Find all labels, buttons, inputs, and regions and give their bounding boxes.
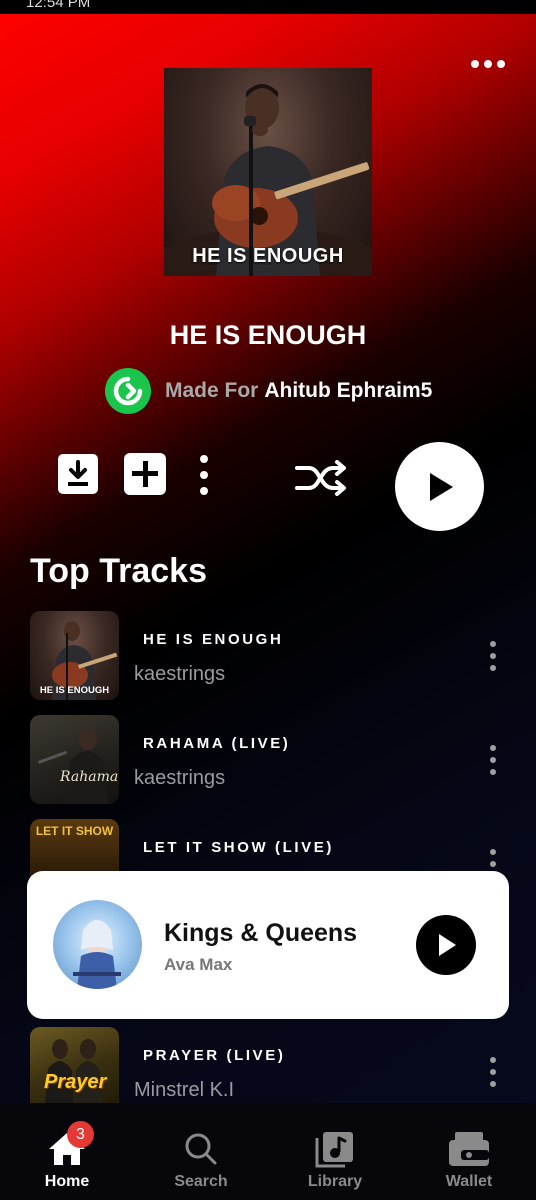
- made-for-label: Made For: [165, 379, 259, 402]
- add-to-playlist-button[interactable]: [123, 452, 167, 496]
- search-icon: [179, 1129, 223, 1169]
- wallet-icon: [447, 1129, 491, 1169]
- track-row[interactable]: HE IS ENOUGH HE IS ENOUGH kaestrings: [30, 611, 510, 701]
- track-thumbnail: HE IS ENOUGH: [30, 611, 119, 700]
- vertical-more-icon: [200, 455, 208, 463]
- shuffle-icon: [295, 460, 346, 496]
- tab-home[interactable]: 3 Home: [0, 1103, 134, 1200]
- tab-library[interactable]: Library: [268, 1103, 402, 1200]
- more-vertical-icon-dot: [490, 757, 496, 763]
- more-vertical-icon-dot: [490, 653, 496, 659]
- track-more-button[interactable]: [488, 1057, 498, 1087]
- cover-caption: HE IS ENOUGH: [192, 245, 344, 267]
- tab-label: Wallet: [445, 1173, 493, 1190]
- track-title: PRAYER (LIVE): [143, 1047, 286, 1064]
- album-cover: HE IS ENOUGH: [164, 68, 372, 276]
- play-icon: [429, 472, 453, 501]
- track-artist[interactable]: kaestrings: [134, 663, 225, 686]
- track-title: HE IS ENOUGH: [143, 631, 284, 648]
- status-time: 12:54 PM: [26, 0, 91, 11]
- library-icon: [313, 1129, 357, 1169]
- plus-icon: [124, 453, 166, 495]
- now-playing-bar[interactable]: Kings & Queens Ava Max: [27, 871, 509, 1019]
- track-artist[interactable]: kaestrings: [134, 767, 225, 790]
- track-thumb-caption: Rahama: [60, 769, 119, 785]
- status-bar: 12:54 PM: [0, 0, 536, 14]
- album-more-button[interactable]: [193, 455, 215, 495]
- more-vertical-icon: [490, 641, 496, 647]
- more-vertical-icon-dot: [490, 861, 496, 867]
- track-thumbnail: Rahama: [30, 715, 119, 804]
- made-for-user[interactable]: Ahitub Ephraim5: [264, 379, 432, 403]
- now-playing-artwork: [53, 900, 142, 989]
- more-vertical-icon-dot: [490, 1069, 496, 1075]
- track-thumb-caption: Prayer: [44, 1071, 107, 1093]
- vertical-more-icon-dot: [200, 487, 208, 495]
- track-title: LET IT SHOW (LIVE): [143, 839, 334, 856]
- more-vertical-icon: [490, 849, 496, 855]
- more-vertical-icon-dot: [490, 1081, 496, 1087]
- tab-label: Search: [174, 1173, 228, 1190]
- audiomack-logo-icon: [105, 368, 151, 414]
- now-playing-play-button[interactable]: [416, 915, 476, 975]
- made-for-row: Made For Ahitub Ephraim5: [105, 368, 432, 414]
- bottom-tab-bar: 3 Home Search Library Wallet: [0, 1103, 536, 1200]
- more-vertical-icon-dot: [490, 769, 496, 775]
- track-artist[interactable]: Minstrel K.I: [134, 1079, 234, 1102]
- tab-label: Library: [307, 1173, 363, 1190]
- track-row[interactable]: Rahama RAHAMA (LIVE) kaestrings: [30, 715, 510, 805]
- more-options-button[interactable]: [468, 54, 508, 74]
- more-vertical-icon-dot: [490, 665, 496, 671]
- download-icon: [58, 454, 98, 494]
- now-playing-title: Kings & Queens: [164, 919, 358, 947]
- track-title: RAHAMA (LIVE): [143, 735, 291, 752]
- more-icon: [471, 60, 479, 68]
- track-thumb-caption: HE IS ENOUGH: [39, 685, 110, 696]
- now-playing-artist: Ava Max: [164, 955, 233, 974]
- home-icon: 3: [45, 1121, 94, 1169]
- tab-label: Home: [44, 1173, 90, 1190]
- tab-wallet[interactable]: Wallet: [402, 1103, 536, 1200]
- track-more-button[interactable]: [488, 641, 498, 671]
- notification-badge: 3: [67, 1121, 94, 1148]
- more-vertical-icon: [490, 745, 496, 751]
- tab-search[interactable]: Search: [134, 1103, 268, 1200]
- play-album-button[interactable]: [395, 442, 484, 531]
- play-icon: [439, 934, 456, 956]
- more-icon-dot: [484, 60, 492, 68]
- more-icon-dot: [497, 60, 505, 68]
- download-button[interactable]: [56, 452, 100, 496]
- shuffle-button[interactable]: [293, 455, 349, 501]
- top-tracks-heading: Top Tracks: [30, 552, 207, 590]
- track-thumb-caption: LET IT SHOW: [35, 824, 114, 838]
- more-vertical-icon: [490, 1057, 496, 1063]
- album-page: 12:54 PM HE IS ENOUGH HE IS ENOUGH Made …: [0, 0, 536, 1200]
- album-title: HE IS ENOUGH: [169, 320, 367, 350]
- vertical-more-icon-dot: [200, 471, 208, 479]
- track-more-button[interactable]: [488, 745, 498, 775]
